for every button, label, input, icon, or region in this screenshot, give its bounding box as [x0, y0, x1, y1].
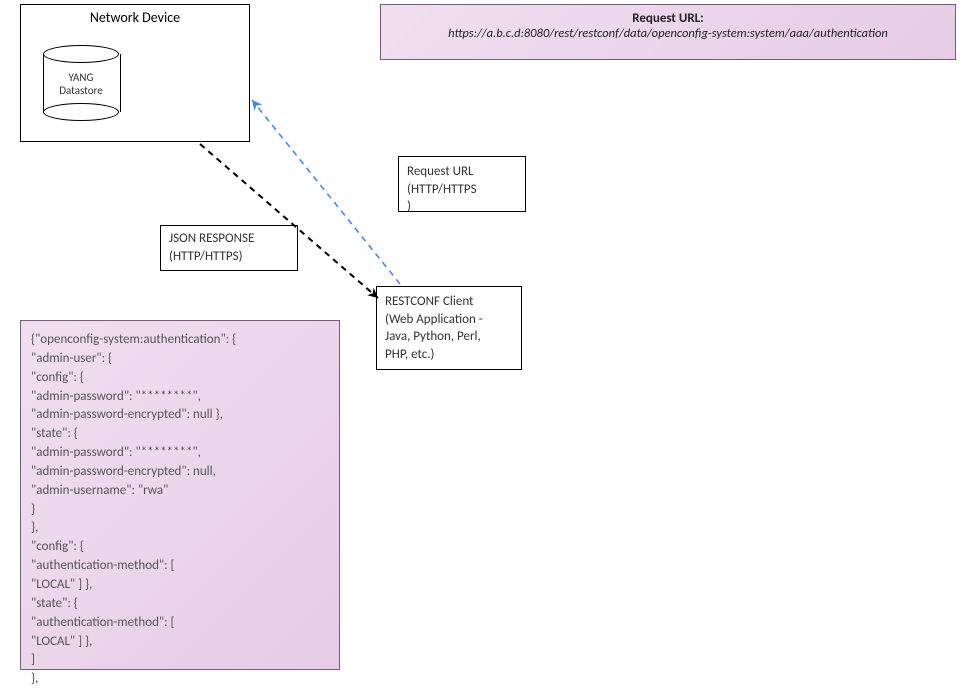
response-arrow	[200, 144, 378, 298]
client-line2: (Web Application -	[385, 312, 483, 327]
request-url-value: https://a.b.c.d:8080/rest/restconf/data/…	[381, 26, 955, 41]
network-device-title: Network Device	[21, 9, 249, 26]
datastore-label-line2: Datastore	[59, 84, 102, 97]
client-line3: Java, Python, Perl,	[385, 329, 481, 344]
network-device-box: Network Device YANG Datastore	[20, 4, 250, 142]
json-payload-panel: {"openconfig-system:authentication": { "…	[20, 320, 340, 670]
datastore-label-line1: YANG	[69, 71, 94, 84]
datastore-cylinder: YANG Datastore	[43, 45, 119, 121]
restconf-client-box: RESTCONF Client (Web Application - Java,…	[376, 286, 522, 370]
request-url-label-l2: (HTTP/HTTPS	[407, 182, 477, 197]
request-url-label-l1: Request URL	[407, 164, 474, 179]
client-line1: RESTCONF Client	[385, 294, 473, 309]
json-response-label-l1: JSON RESPONSE	[169, 231, 254, 246]
datastore-label: YANG Datastore	[43, 71, 119, 97]
request-url-title: Request URL:	[381, 11, 955, 26]
request-url-label-l3: )	[407, 199, 411, 214]
json-response-label-l2: (HTTP/HTTPS)	[169, 249, 243, 264]
request-url-panel: Request URL: https://a.b.c.d:8080/rest/r…	[380, 4, 956, 60]
request-url-label-box: Request URL (HTTP/HTTPS )	[398, 156, 526, 212]
json-response-label-box: JSON RESPONSE (HTTP/HTTPS)	[160, 225, 298, 271]
client-line4: PHP, etc.)	[385, 347, 434, 362]
